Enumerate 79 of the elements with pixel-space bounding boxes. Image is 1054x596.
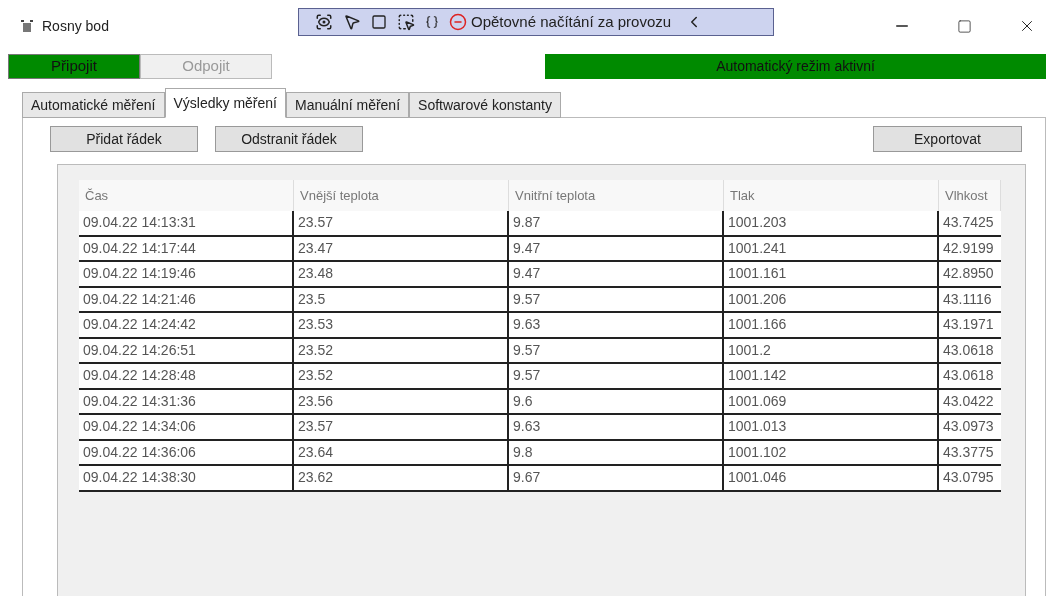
- table-cell: 09.04.22 14:36:06: [79, 440, 294, 464]
- table-cell: 1001.203: [724, 211, 939, 235]
- table-cell: 1001.206: [724, 287, 939, 311]
- table-cell: 09.04.22 14:31:36: [79, 389, 294, 413]
- table-cell-text: 43.7425: [942, 213, 995, 233]
- table-cell: 1001.161: [724, 262, 939, 286]
- tab[interactable]: Manuální měření: [286, 92, 410, 118]
- table-cell: 1001.241: [724, 236, 939, 260]
- table-cell: 23.53: [294, 313, 509, 337]
- table-cell: 9.57: [509, 287, 724, 311]
- window-title: Rosny bod: [42, 16, 109, 36]
- table-cell: 23.62: [294, 466, 509, 490]
- table-cell-text: 43.0422: [942, 391, 995, 411]
- table-cell: 09.04.22 14:24:42: [79, 313, 294, 337]
- app-icon: [20, 19, 34, 33]
- table-cell: 23.56: [294, 389, 509, 413]
- table-cell: 1001.166: [724, 313, 939, 337]
- table-cell-text: 43.1116: [942, 289, 993, 309]
- column-header[interactable]: Vlhkost: [939, 180, 1001, 211]
- table-cell: 1001.102: [724, 440, 939, 464]
- table-cell-text: 43.1971: [942, 315, 995, 335]
- table-cell: 1001.2: [724, 338, 939, 362]
- table-cell: 1001.069: [724, 389, 939, 413]
- table-cell: 9.47: [509, 262, 724, 286]
- table-cell-text: 42.8950: [942, 264, 995, 284]
- column-header[interactable]: Vnější teplota: [294, 180, 509, 211]
- table-cell-text: 43.3775: [942, 442, 995, 462]
- select-icon[interactable]: [397, 13, 415, 31]
- table-cell: 09.04.22 14:21:46: [79, 287, 294, 311]
- table-cell: 9.8: [509, 440, 724, 464]
- table-cell: 23.48: [294, 262, 509, 286]
- table-cell-text: 43.0618: [942, 340, 995, 360]
- table-cell: 9.57: [509, 364, 724, 388]
- tab[interactable]: Výsledky měření: [164, 88, 286, 118]
- table-cell: 9.67: [509, 466, 724, 490]
- hot-reload-label[interactable]: Opětovné načítání za provozu: [471, 10, 672, 34]
- inspect-icon[interactable]: [315, 13, 333, 31]
- column-header[interactable]: Tlak: [724, 180, 939, 211]
- braces-icon[interactable]: [425, 15, 439, 29]
- column-header[interactable]: Čas: [79, 180, 294, 211]
- table-cell-text: 43.0618: [942, 366, 995, 386]
- table-cell: 9.47: [509, 236, 724, 260]
- action-button[interactable]: Přidat řádek: [50, 126, 198, 152]
- table-cell: 23.52: [294, 338, 509, 362]
- action-button[interactable]: Odstranit řádek: [215, 126, 363, 152]
- tab[interactable]: Automatické měření: [22, 92, 165, 118]
- table-cell: 1001.142: [724, 364, 939, 388]
- table-cell: 09.04.22 14:28:48: [79, 364, 294, 388]
- column-header[interactable]: Vnitřní teplota: [509, 180, 724, 211]
- table-cell: 9.6: [509, 389, 724, 413]
- table-cell-text: 43.0973: [942, 417, 995, 437]
- table-cell: 09.04.22 14:26:51: [79, 338, 294, 362]
- table-cell: 09.04.22 14:13:31: [79, 211, 294, 235]
- table-cell-text: 42.9199: [942, 238, 995, 258]
- table-cell: 09.04.22 14:17:44: [79, 236, 294, 260]
- export-button[interactable]: Exportovat: [873, 126, 1022, 152]
- pointer-icon[interactable]: [343, 13, 361, 31]
- table-cell: 09.04.22 14:34:06: [79, 415, 294, 439]
- maximize-icon[interactable]: [957, 18, 972, 34]
- tab[interactable]: Softwarové konstanty: [409, 92, 561, 118]
- stop-icon[interactable]: [449, 13, 467, 31]
- table-cell: 23.64: [294, 440, 509, 464]
- table-cell: 1001.013: [724, 415, 939, 439]
- connection-button[interactable]: Připojit: [8, 53, 140, 79]
- table-cell: 23.57: [294, 415, 509, 439]
- table-cell: 1001.046: [724, 466, 939, 490]
- table-cell: 23.57: [294, 211, 509, 235]
- table-cell: 23.52: [294, 364, 509, 388]
- table-cell: 09.04.22 14:38:30: [79, 466, 294, 490]
- table-cell: 9.63: [509, 415, 724, 439]
- table-cell: 9.87: [509, 211, 724, 235]
- table-cell: 23.5: [294, 287, 509, 311]
- table-cell: 9.57: [509, 338, 724, 362]
- square-icon[interactable]: [371, 14, 387, 30]
- table-cell: 23.47: [294, 236, 509, 260]
- table-cell: 9.63: [509, 313, 724, 337]
- status-banner: Automatický režim aktivní: [545, 53, 1046, 79]
- table-cell: 09.04.22 14:19:46: [79, 262, 294, 286]
- table-cell-text: 43.0795: [942, 468, 995, 488]
